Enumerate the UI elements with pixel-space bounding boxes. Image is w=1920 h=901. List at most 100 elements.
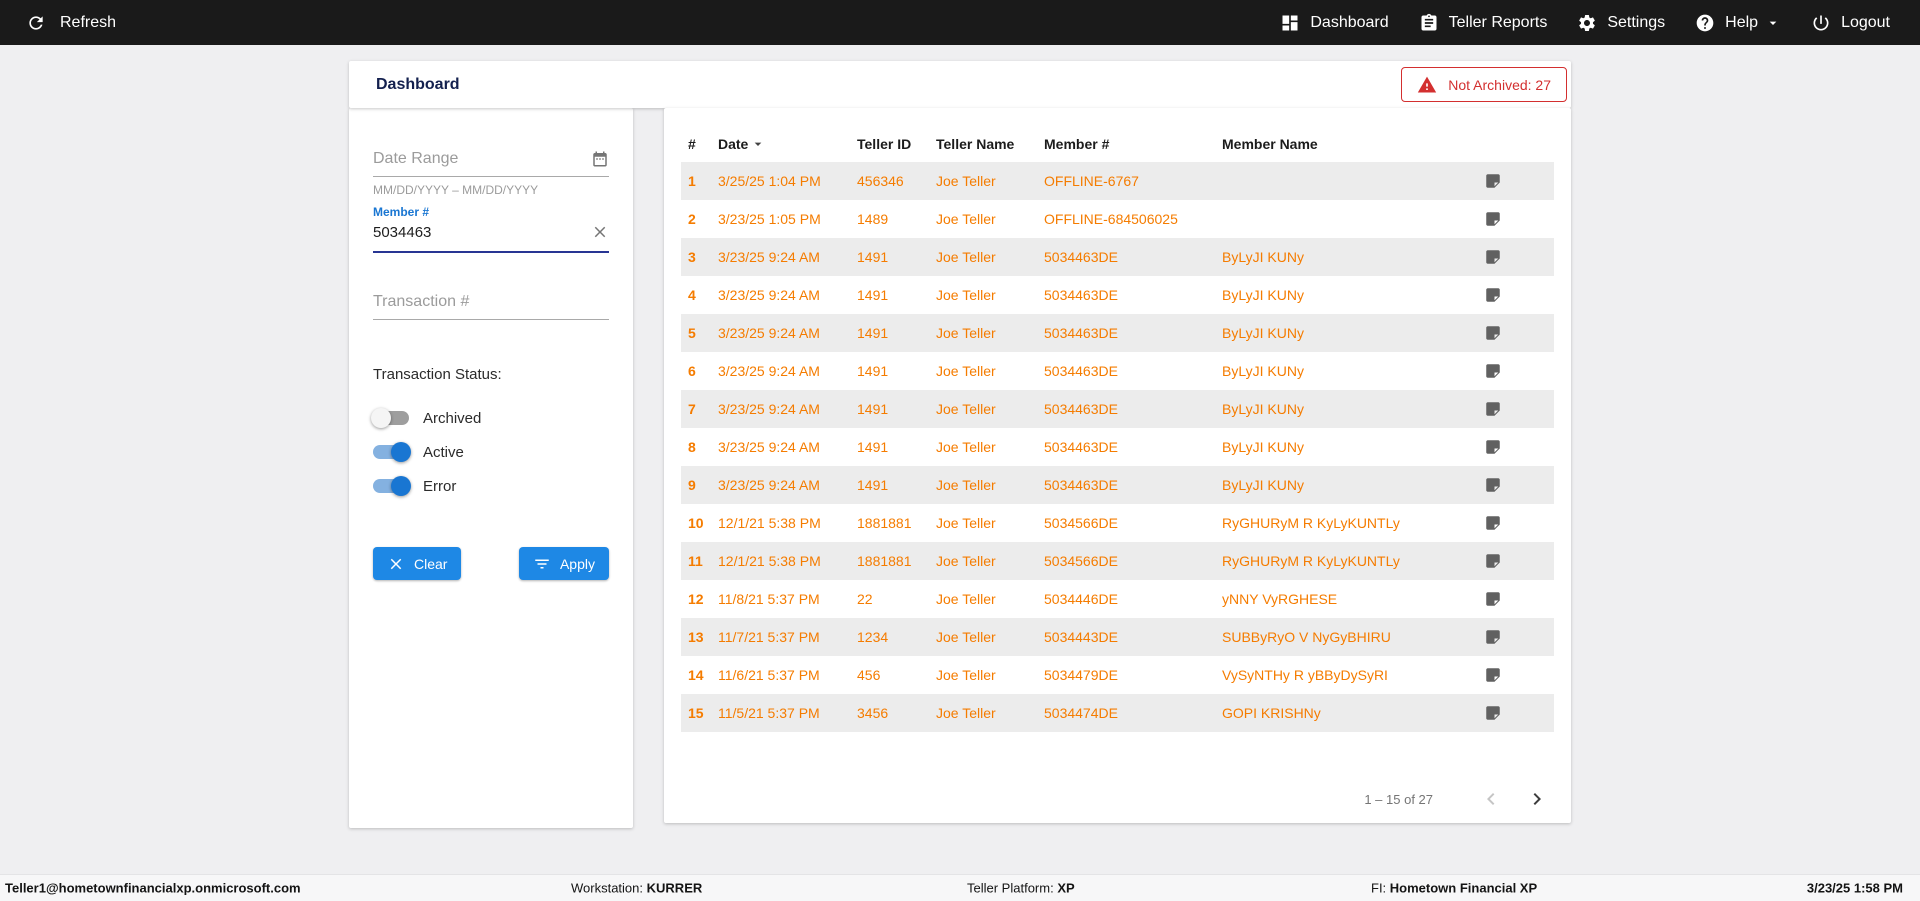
row-number: 3 [688,249,696,265]
note-icon[interactable] [1484,248,1502,266]
nav-teller-reports[interactable]: Teller Reports [1419,13,1547,33]
member-number-value[interactable]: 5034463 [373,224,431,241]
nav-settings[interactable]: Settings [1577,13,1665,33]
col-teller-id[interactable]: Teller ID [857,136,936,152]
row-teller-name: Joe Teller [936,591,996,607]
note-icon[interactable] [1484,210,1502,228]
refresh-icon [26,13,46,33]
calendar-icon[interactable] [591,150,609,168]
table-row[interactable]: 6 3/23/25 9:24 AM 1491 Joe Teller 503446… [681,352,1554,390]
clear-button[interactable]: Clear [373,547,462,580]
col-teller-name[interactable]: Teller Name [936,136,1044,152]
toggle-archived[interactable]: Archived [371,401,609,435]
table-row[interactable]: 2 3/23/25 1:05 PM 1489 Joe Teller OFFLIN… [681,200,1554,238]
date-range-field[interactable]: Date Range MM/DD/YYYY – MM/DD/YYYY [373,146,609,197]
note-icon[interactable] [1484,362,1502,380]
row-member-num: 5034463DE [1044,477,1118,493]
error-switch[interactable] [373,476,411,496]
row-number: 4 [688,287,696,303]
table-row[interactable]: 1 3/25/25 1:04 PM 456346 Joe Teller OFFL… [681,162,1554,200]
nav-help[interactable]: Help [1695,13,1781,33]
row-member-num: OFFLINE-6767 [1044,173,1139,189]
member-number-underline [373,251,609,253]
row-member-name: SUBByRyO V NyGyBHIRU [1222,629,1391,645]
row-member-num: 5034566DE [1044,515,1118,531]
date-range-underline [373,176,609,177]
table-row[interactable]: 3 3/23/25 9:24 AM 1491 Joe Teller 503446… [681,238,1554,276]
archived-switch[interactable] [371,408,409,428]
note-icon[interactable] [1484,666,1502,684]
row-date: 12/1/21 5:38 PM [718,553,821,569]
note-icon[interactable] [1484,552,1502,570]
apply-button[interactable]: Apply [518,547,609,580]
page-range-label: 1 – 15 of 27 [1364,791,1433,807]
not-archived-badge[interactable]: Not Archived: 27 [1401,67,1567,102]
note-icon[interactable] [1484,514,1502,532]
table-body: 1 3/25/25 1:04 PM 456346 Joe Teller OFFL… [681,162,1554,732]
toggle-error[interactable]: Error [373,469,609,503]
active-switch[interactable] [373,442,411,462]
row-number: 10 [688,515,704,531]
prev-page-icon[interactable] [1479,787,1503,811]
table-row[interactable]: 15 11/5/21 5:37 PM 3456 Joe Teller 50344… [681,694,1554,732]
table-row[interactable]: 13 11/7/21 5:37 PM 1234 Joe Teller 50344… [681,618,1554,656]
table-row[interactable]: 5 3/23/25 9:24 AM 1491 Joe Teller 503446… [681,314,1554,352]
col-member-num[interactable]: Member # [1044,136,1222,152]
note-icon[interactable] [1484,400,1502,418]
note-icon[interactable] [1484,438,1502,456]
table-row[interactable]: 11 12/1/21 5:38 PM 1881881 Joe Teller 50… [681,542,1554,580]
row-teller-name: Joe Teller [936,667,996,683]
status-toggle-group: Archived Active Error [371,401,609,503]
table-row[interactable]: 9 3/23/25 9:24 AM 1491 Joe Teller 503446… [681,466,1554,504]
row-date: 11/8/21 5:37 PM [718,591,820,607]
row-teller-id: 1491 [857,401,889,417]
note-icon[interactable] [1484,590,1502,608]
active-label: Active [423,443,464,461]
nav-logout[interactable]: Logout [1811,13,1890,33]
archived-label: Archived [423,409,482,427]
row-number: 15 [688,705,704,721]
row-date: 11/5/21 5:37 PM [718,705,820,721]
row-member-num: 5034463DE [1044,439,1118,455]
main-content: Dashboard Not Archived: 27 Date Range MM… [349,61,1571,828]
transaction-number-field[interactable]: Transaction # [373,289,609,320]
toggle-active[interactable]: Active [373,435,609,469]
row-teller-name: Joe Teller [936,705,996,721]
row-teller-id: 1491 [857,249,889,265]
note-icon[interactable] [1484,172,1502,190]
note-icon[interactable] [1484,704,1502,722]
col-member-name[interactable]: Member Name [1222,136,1468,152]
row-teller-id: 1881881 [857,515,912,531]
next-page-icon[interactable] [1525,787,1549,811]
member-number-label: Member # [373,205,430,219]
gear-icon [1577,13,1597,33]
table-row[interactable]: 12 11/8/21 5:37 PM 22 Joe Teller 5034446… [681,580,1554,618]
row-member-num: 5034463DE [1044,363,1118,379]
row-number: 7 [688,401,696,417]
nav-dashboard[interactable]: Dashboard [1280,13,1389,33]
nav-help-label: Help [1725,13,1759,31]
note-icon[interactable] [1484,476,1502,494]
row-date: 3/23/25 9:24 AM [718,439,820,455]
table-row[interactable]: 10 12/1/21 5:38 PM 1881881 Joe Teller 50… [681,504,1554,542]
row-number: 6 [688,363,696,379]
note-icon[interactable] [1484,286,1502,304]
table-row[interactable]: 14 11/6/21 5:37 PM 456 Joe Teller 503447… [681,656,1554,694]
apply-button-label: Apply [559,555,595,572]
table-row[interactable]: 4 3/23/25 9:24 AM 1491 Joe Teller 503446… [681,276,1554,314]
member-number-field[interactable]: Member # 5034463 [373,205,609,253]
nav-dashboard-label: Dashboard [1310,13,1389,31]
row-number: 8 [688,439,696,455]
table-row[interactable]: 8 3/23/25 9:24 AM 1491 Joe Teller 503446… [681,428,1554,466]
note-icon[interactable] [1484,324,1502,342]
refresh-button[interactable]: Refresh [26,13,116,33]
row-number: 13 [688,629,704,645]
note-icon[interactable] [1484,628,1502,646]
transaction-number-underline [373,319,609,320]
table-row[interactable]: 7 3/23/25 9:24 AM 1491 Joe Teller 503446… [681,390,1554,428]
col-date[interactable]: Date [718,136,857,152]
row-teller-name: Joe Teller [936,439,996,455]
date-range-format-hint: MM/DD/YYYY – MM/DD/YYYY [373,183,539,197]
clear-member-icon[interactable] [591,223,609,241]
row-number: 2 [688,211,696,227]
